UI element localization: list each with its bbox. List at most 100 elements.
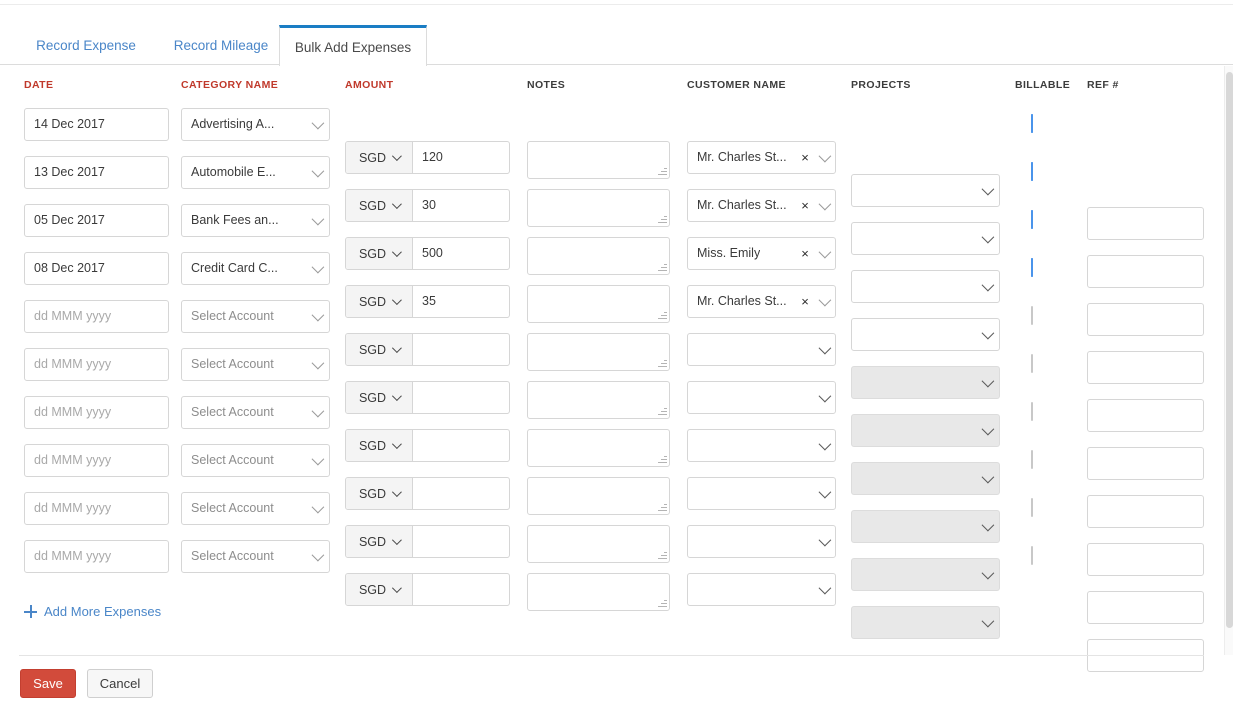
plus-icon	[24, 605, 37, 618]
table-row: dd MMM yyyy Select Account SGD	[0, 540, 1210, 672]
category-select[interactable]: Automobile E...	[181, 156, 330, 189]
category-select[interactable]: Select Account	[181, 492, 330, 525]
chevron-down-icon	[311, 164, 325, 177]
billable-cell	[1031, 354, 1033, 373]
table-row: dd MMM yyyy Select Account SGD	[0, 492, 1210, 624]
chevron-down-icon	[311, 548, 325, 561]
column-header: AMOUNT	[345, 79, 394, 91]
category-select-label: Select Account	[191, 501, 274, 515]
chevron-down-icon	[311, 308, 325, 321]
billable-cell	[1031, 258, 1033, 277]
chevron-down-icon	[311, 500, 325, 513]
chevron-down-icon	[392, 583, 402, 594]
notes-textarea[interactable]	[527, 573, 670, 611]
cancel-button[interactable]: Cancel	[87, 669, 153, 698]
table-row: 08 Dec 2017 Credit Card C... SGD 35 Mr. Char…	[0, 252, 1210, 384]
category-select[interactable]: Select Account	[181, 348, 330, 381]
billable-checkbox[interactable]	[1031, 546, 1033, 565]
column-header: CUSTOMER NAME	[687, 79, 786, 91]
save-button[interactable]: Save	[20, 669, 76, 698]
date-input[interactable]: 13 Dec 2017	[24, 156, 169, 189]
date-input[interactable]: 08 Dec 2017	[24, 252, 169, 285]
scrollbar-thumb[interactable]	[1226, 72, 1233, 628]
chevron-down-icon	[311, 260, 325, 273]
tab-record-expense[interactable]: Record Expense	[22, 25, 150, 65]
category-select[interactable]: Credit Card C...	[181, 252, 330, 285]
date-input[interactable]: dd MMM yyyy	[24, 540, 169, 573]
category-select-label: Advertising A...	[191, 117, 275, 131]
chevron-down-icon	[311, 356, 325, 369]
tab-bulk-add-expenses[interactable]: Bulk Add Expenses	[279, 25, 427, 66]
chevron-down-icon	[311, 452, 325, 465]
category-select-label: Select Account	[191, 453, 274, 467]
amount-input[interactable]	[413, 574, 509, 605]
date-input[interactable]: 05 Dec 2017	[24, 204, 169, 237]
billable-cell	[1031, 162, 1033, 181]
billable-checkbox[interactable]	[1031, 306, 1033, 325]
chevron-down-icon	[981, 614, 995, 627]
date-input[interactable]: dd MMM yyyy	[24, 300, 169, 333]
billable-checkbox[interactable]	[1031, 450, 1033, 469]
column-header: NOTES	[527, 79, 566, 91]
category-select-label: Credit Card C...	[191, 261, 278, 275]
billable-checkbox[interactable]	[1031, 162, 1033, 181]
date-input[interactable]: dd MMM yyyy	[24, 396, 169, 429]
date-input[interactable]: dd MMM yyyy	[24, 492, 169, 525]
tab-label: Record Expense	[36, 37, 136, 53]
category-select[interactable]: Select Account	[181, 444, 330, 477]
currency-select[interactable]: SGD	[346, 574, 413, 605]
table-row: dd MMM yyyy Select Account SGD	[0, 396, 1210, 528]
billable-checkbox[interactable]	[1031, 498, 1033, 517]
category-select-label: Select Account	[191, 357, 274, 371]
grid-vertical-scrollbar[interactable]	[1224, 66, 1233, 655]
projects-select	[851, 606, 1000, 639]
tab-record-mileage[interactable]: Record Mileage	[158, 25, 284, 65]
currency-label: SGD	[358, 582, 387, 597]
tab-label: Record Mileage	[173, 37, 269, 53]
tab-bar: Record Expense Record Mileage Bulk Add E…	[0, 25, 1233, 66]
billable-cell	[1031, 210, 1033, 229]
cancel-label: Cancel	[99, 676, 141, 691]
date-input[interactable]: 14 Dec 2017	[24, 108, 169, 141]
table-row: 13 Dec 2017 Automobile E... SGD 30 Mr. Charl…	[0, 156, 1210, 288]
billable-checkbox[interactable]	[1031, 210, 1033, 229]
customer-select[interactable]	[687, 573, 836, 606]
billable-cell	[1031, 402, 1033, 421]
category-select-label: Select Account	[191, 549, 274, 563]
billable-checkbox[interactable]	[1031, 402, 1033, 421]
ref-input[interactable]	[1087, 591, 1204, 624]
amount-field-group: SGD	[345, 573, 510, 606]
category-select[interactable]: Select Account	[181, 540, 330, 573]
date-input[interactable]: dd MMM yyyy	[24, 444, 169, 477]
date-input[interactable]: dd MMM yyyy	[24, 348, 169, 381]
category-select-label: Bank Fees an...	[191, 213, 279, 227]
table-row: 14 Dec 2017 Advertising A... SGD 120 Mr. Cha…	[0, 108, 1210, 240]
category-select[interactable]: Select Account	[181, 300, 330, 333]
top-divider	[0, 4, 1233, 5]
column-header: PROJECTS	[851, 79, 911, 91]
billable-checkbox[interactable]	[1031, 114, 1033, 133]
column-header: CATEGORY NAME	[181, 79, 279, 91]
tab-label: Bulk Add Expenses	[294, 39, 412, 55]
footer-divider	[19, 655, 1204, 656]
billable-cell	[1031, 546, 1033, 565]
category-select-label: Select Account	[191, 405, 274, 419]
resize-grip-icon[interactable]	[658, 599, 667, 608]
column-header: DATE	[24, 79, 54, 91]
category-select[interactable]: Advertising A...	[181, 108, 330, 141]
table-row: dd MMM yyyy Select Account SGD	[0, 444, 1210, 576]
category-select[interactable]: Select Account	[181, 396, 330, 429]
category-select[interactable]: Bank Fees an...	[181, 204, 330, 237]
billable-cell	[1031, 450, 1033, 469]
category-select-label: Automobile E...	[191, 165, 276, 179]
add-more-expenses-link[interactable]: Add More Expenses	[24, 604, 161, 619]
column-header: BILLABLE	[1015, 79, 1071, 91]
table-row: 05 Dec 2017 Bank Fees an... SGD 500 Miss. Em…	[0, 204, 1210, 336]
expenses-grid: DATE CATEGORY NAME AMOUNT NOTES CUSTOMER NAM…	[0, 66, 1233, 672]
table-row: dd MMM yyyy Select Account SGD	[0, 300, 1210, 432]
chevron-down-icon	[311, 116, 325, 129]
billable-checkbox[interactable]	[1031, 354, 1033, 373]
billable-checkbox[interactable]	[1031, 258, 1033, 277]
add-more-label: Add More Expenses	[44, 604, 162, 619]
table-row: dd MMM yyyy Select Account SGD	[0, 348, 1210, 480]
